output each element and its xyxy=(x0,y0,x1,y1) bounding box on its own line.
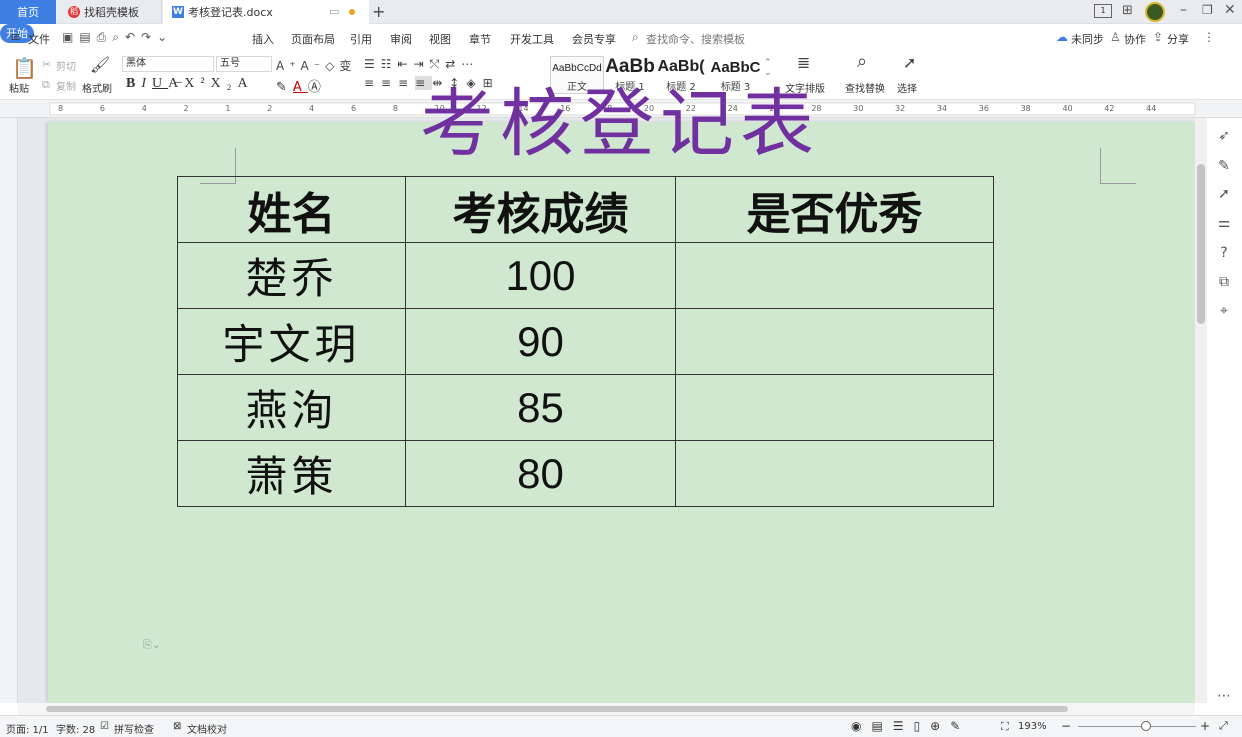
menu-file[interactable]: 文件 xyxy=(28,31,50,47)
minimize-icon[interactable]: – xyxy=(1180,2,1187,18)
word-doc-icon: W xyxy=(172,6,184,18)
more-dots-icon[interactable]: ⋯ xyxy=(1216,688,1232,704)
menu-references[interactable]: 引用 xyxy=(350,31,372,47)
zoom-slider[interactable] xyxy=(1078,726,1196,727)
cell-name[interactable]: 宇文玥 xyxy=(177,308,406,375)
proofread-button[interactable]: 文档校对 xyxy=(187,721,227,736)
cell-name[interactable]: 萧策 xyxy=(177,440,406,507)
cell-score[interactable]: 90 xyxy=(405,308,676,375)
tab-document[interactable]: W 考核登记表.docx ▭ xyxy=(163,0,369,24)
layout-icon[interactable]: 1 xyxy=(1094,4,1112,18)
fullscreen-icon[interactable]: ⤢ xyxy=(1219,719,1228,733)
horizontal-scrollbar[interactable] xyxy=(18,703,1195,715)
menu-dev-tools[interactable]: 开发工具 xyxy=(510,31,554,47)
tab-document-label: 考核登记表.docx xyxy=(188,6,273,19)
unsaved-dot-icon xyxy=(349,9,355,15)
header-name[interactable]: 姓名 xyxy=(177,176,406,243)
horizontal-scroll-thumb[interactable] xyxy=(46,706,1068,712)
table-row: 萧策 80 xyxy=(177,440,994,507)
cell-name[interactable]: 燕洵 xyxy=(177,374,406,441)
docer-logo-icon: 稻 xyxy=(68,6,80,18)
right-side-panel: ➶ ✎ ➚ ⚌ ? ⧉ ⌖ ⋯ xyxy=(1208,118,1242,704)
share-button[interactable]: 分享 xyxy=(1167,31,1189,47)
tab-templates-label: 找稻壳模板 xyxy=(84,6,139,19)
menu-view[interactable]: 视图 xyxy=(429,31,451,47)
cell-score[interactable]: 100 xyxy=(405,242,676,309)
vertical-ruler[interactable] xyxy=(0,118,18,703)
restore-icon[interactable]: ❐ xyxy=(1202,3,1213,17)
spell-check-icon: ☑ xyxy=(100,721,109,732)
cloud-icon: ☁ xyxy=(1056,30,1068,44)
table-row: 楚乔 100 xyxy=(177,242,994,309)
tab-templates[interactable]: 稻 找稻壳模板 xyxy=(58,0,162,24)
header-score[interactable]: 考核成绩 xyxy=(405,176,676,243)
hamburger-icon[interactable]: ≡ xyxy=(10,30,21,45)
share-icon: ⇪ xyxy=(1153,30,1164,44)
close-icon[interactable]: ✕ xyxy=(1224,2,1236,18)
map-pin-icon[interactable]: ⌖ xyxy=(1216,303,1232,319)
menu-chapter[interactable]: 章节 xyxy=(469,31,491,47)
view-mode-icons[interactable]: ◉▤☰▯⊕✎ xyxy=(851,719,970,733)
cell-excellent[interactable] xyxy=(675,308,994,375)
zoom-level[interactable]: 193% xyxy=(1018,721,1047,732)
tab-bar: 首页 稻 找稻壳模板 W 考核登记表.docx ▭ + 1 ⊞ – ❐ ✕ xyxy=(0,0,1242,24)
menu-member[interactable]: 会员专享 xyxy=(572,31,616,47)
avatar[interactable] xyxy=(1145,2,1165,22)
table-row: 宇文玥 90 xyxy=(177,308,994,375)
collab-icon: ♙ xyxy=(1110,30,1121,44)
collab-button[interactable]: 协作 xyxy=(1124,31,1146,47)
sliders-icon[interactable]: ⚌ xyxy=(1216,215,1232,231)
vertical-scrollbar[interactable] xyxy=(1195,118,1207,703)
header-excellent[interactable]: 是否优秀 xyxy=(675,176,994,243)
help-icon[interactable]: ? xyxy=(1216,245,1232,261)
cell-excellent[interactable] xyxy=(675,374,994,441)
image-settings-icon[interactable]: ⧉ xyxy=(1216,274,1232,290)
more-icon[interactable]: ⋮ xyxy=(1203,30,1215,44)
quick-access-icons[interactable]: ▣▤⎙⌕↶↷⌄ xyxy=(62,30,173,45)
cell-score[interactable]: 85 xyxy=(405,374,676,441)
rocket-icon[interactable]: ➶ xyxy=(1216,128,1232,144)
zoom-in-button[interactable]: + xyxy=(1200,719,1210,733)
grid-apps-icon[interactable]: ⊞ xyxy=(1122,3,1133,18)
table-row: 燕洵 85 xyxy=(177,374,994,441)
fit-icon[interactable]: ⛶ xyxy=(1001,720,1009,734)
monitor-icon[interactable]: ▭ xyxy=(329,5,339,18)
zoom-out-button[interactable]: − xyxy=(1061,719,1071,733)
sync-status[interactable]: 未同步 xyxy=(1071,31,1104,47)
status-bar: 页面: 1/1 字数: 28 ☑ 拼写检查 ⊠ 文档校对 ◉▤☰▯⊕✎ ⛶ 19… xyxy=(0,715,1242,737)
cell-name[interactable]: 楚乔 xyxy=(177,242,406,309)
new-tab-button[interactable]: + xyxy=(372,2,385,21)
tab-home-label: 首页 xyxy=(17,6,39,19)
zoom-slider-handle[interactable] xyxy=(1141,721,1151,731)
search-icon: ⌕ xyxy=(632,30,639,44)
grade-table[interactable]: 姓名 考核成绩 是否优秀 楚乔 100 宇文玥 90 燕洵 85 萧策 80 xyxy=(177,176,994,507)
proofread-icon: ⊠ xyxy=(173,721,182,732)
table-header-row: 姓名 考核成绩 是否优秀 xyxy=(177,176,994,243)
cell-excellent[interactable] xyxy=(675,440,994,507)
menu-bar: ≡ 文件 ▣▤⎙⌕↶↷⌄ 开始 插入 页面布局 引用 审阅 视图 章节 开发工具… xyxy=(0,24,1242,54)
menu-page-layout[interactable]: 页面布局 xyxy=(291,31,335,47)
tab-home[interactable]: 首页 xyxy=(0,0,56,24)
cursor-icon[interactable]: ➚ xyxy=(1216,186,1232,202)
menu-insert[interactable]: 插入 xyxy=(252,31,274,47)
spell-check-button[interactable]: 拼写检查 xyxy=(114,721,154,736)
menu-review[interactable]: 审阅 xyxy=(390,31,412,47)
page-count: 页面: 1/1 xyxy=(6,725,49,736)
command-search[interactable]: 查找命令、搜索模板 xyxy=(646,31,745,47)
word-count[interactable]: 字数: 28 xyxy=(56,721,95,736)
document-title[interactable]: 考核登记表 xyxy=(0,64,1240,171)
pen-icon[interactable]: ✎ xyxy=(1216,158,1232,174)
cell-score[interactable]: 80 xyxy=(405,440,676,507)
cell-excellent[interactable] xyxy=(675,242,994,309)
vertical-scroll-thumb[interactable] xyxy=(1197,164,1205,324)
paste-options-icon[interactable]: ⎘⌄ xyxy=(143,638,161,652)
